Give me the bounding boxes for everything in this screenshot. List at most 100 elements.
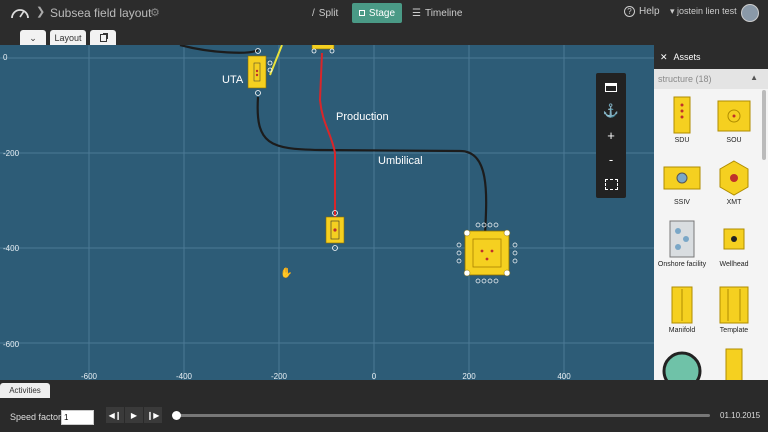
asset-sou[interactable]: SOU (708, 93, 760, 159)
app-title: Subsea field layout (50, 6, 152, 20)
assets-title: Assets (673, 52, 701, 62)
activities-label: Activities (9, 386, 41, 395)
layers-icon[interactable] (596, 76, 626, 98)
tab-layout-label: Layout (54, 33, 82, 43)
copy-tab[interactable] (90, 30, 116, 46)
skip-back-icon: ◀❙ (108, 410, 122, 420)
template-icon (719, 286, 749, 324)
assets-filter-select[interactable]: structure (18) ▲ (654, 69, 768, 89)
umbilical-line-top[interactable] (179, 45, 259, 54)
play-icon: ▶ (130, 410, 138, 420)
speed-factor-input[interactable] (61, 410, 94, 425)
x-tick-label: 400 (557, 372, 571, 380)
speed-factor-label: Speed factor (10, 412, 62, 422)
x-tick-label: -200 (271, 372, 288, 380)
asset-wellhead[interactable]: Wellhead (708, 217, 760, 283)
stage-icon (358, 10, 365, 16)
asset-label: Onshore facility (657, 261, 707, 268)
zoom-out-icon[interactable]: - (596, 148, 626, 170)
help-circle-icon: ? (624, 6, 635, 17)
view-split-label: Split (318, 7, 339, 19)
sou-icon (717, 100, 751, 132)
x-tick-label: -400 (176, 372, 193, 380)
close-icon[interactable]: ✕ (660, 52, 668, 63)
sdu-icon (673, 96, 691, 134)
timeline-date: 01.10.2015 (720, 411, 761, 420)
manifold-icon (671, 286, 693, 324)
tab-layout[interactable]: Layout (50, 30, 86, 46)
stage-toolbox: ⚓ + - (596, 73, 626, 198)
caret-up-icon: ▲ (750, 73, 758, 82)
settings-gear-icon[interactable]: ⚙ (150, 6, 160, 19)
help-button[interactable]: ? Help (624, 6, 660, 17)
app-logo-icon[interactable] (10, 4, 30, 22)
y-tick-label: 0 (3, 53, 8, 62)
x-tick-label: 200 (462, 372, 476, 380)
skip-forward-icon: ❙▶ (146, 410, 160, 420)
round-structure-icon (662, 351, 702, 380)
collapse-tab[interactable]: ⌄ (20, 30, 46, 46)
view-stage-button[interactable]: Stage (352, 3, 402, 23)
stage-canvas[interactable]: 0 -200 -400 -600 -600 -400 -200 0 200 40… (0, 45, 654, 380)
hand-cursor-icon: ✋ (280, 266, 292, 279)
view-split-button[interactable]: / Split (312, 3, 338, 23)
xmt-icon (719, 160, 749, 196)
asset-manifold[interactable]: Manifold (656, 283, 708, 349)
view-timeline-button[interactable]: ☰ Timeline (412, 3, 462, 23)
asset-partial-tower[interactable] (708, 345, 760, 380)
asset-label: XMT (726, 199, 742, 206)
asset-label: Template (719, 327, 749, 334)
asset-ssiv[interactable]: SSIV (656, 155, 708, 221)
asset-onshore-facility[interactable]: Onshore facility (656, 217, 708, 283)
asset-label: Manifold (668, 327, 696, 334)
playback-bar (0, 380, 768, 432)
asset-sdu[interactable]: SDU (656, 93, 708, 159)
y-tick-label: -400 (3, 244, 20, 253)
play-button[interactable]: ▶ (125, 407, 143, 423)
timeline-slider-handle[interactable] (172, 411, 181, 420)
ssiv-icon (663, 166, 701, 190)
timeline-icon: ☰ (412, 7, 421, 19)
production-line[interactable] (318, 52, 336, 217)
y-tick-label: -200 (3, 149, 20, 158)
anchor-icon[interactable]: ⚓ (596, 100, 626, 122)
tab-activities[interactable]: Activities (0, 383, 50, 398)
view-timeline-label: Timeline (424, 7, 463, 19)
help-label: Help (639, 6, 660, 17)
assets-scrollbar[interactable] (762, 90, 766, 160)
onshore-facility-icon (669, 220, 695, 258)
fit-screen-icon[interactable] (596, 173, 626, 195)
user-avatar[interactable] (741, 4, 759, 22)
assets-filter-label: structure (18) (658, 74, 712, 84)
top-structure[interactable] (311, 45, 335, 54)
production-label: Production (336, 111, 389, 123)
user-chevron-icon: ▾ (670, 6, 675, 16)
wellhead-icon (723, 228, 745, 250)
timeline-slider[interactable] (175, 414, 710, 417)
assets-header: ✕ Assets (654, 45, 768, 69)
umbilical-label: Umbilical (378, 155, 423, 167)
manifold-structure[interactable] (456, 222, 518, 284)
asset-label: Wellhead (719, 261, 749, 268)
asset-partial-round[interactable] (656, 345, 708, 380)
assets-panel: ✕ Assets structure (18) ▲ SDU SOU SSIV X… (654, 45, 768, 380)
asset-label: SOU (726, 137, 742, 144)
stage-svg[interactable]: 0 -200 -400 -600 -600 -400 -200 0 200 40… (0, 45, 654, 380)
view-stage-label: Stage (368, 7, 396, 19)
asset-label: SSIV (674, 199, 690, 206)
asset-template[interactable]: Template (708, 283, 760, 349)
user-menu[interactable]: ▾ jostein lien test (670, 6, 737, 17)
copy-icon (99, 34, 107, 42)
zoom-in-icon[interactable]: + (596, 124, 626, 146)
y-tick-label: -600 (3, 340, 20, 349)
skip-forward-button[interactable]: ❙▶ (144, 407, 162, 423)
tower-structure-icon (725, 348, 743, 380)
user-name: jostein lien test (677, 6, 737, 16)
split-slash-icon: / (312, 7, 315, 19)
x-tick-label: -600 (81, 372, 98, 380)
grid-lines (0, 45, 654, 380)
asset-xmt[interactable]: XMT (708, 155, 760, 221)
skip-back-button[interactable]: ◀❙ (106, 407, 124, 423)
uta-structure[interactable] (247, 48, 273, 96)
uta-label: UTA (222, 74, 244, 86)
